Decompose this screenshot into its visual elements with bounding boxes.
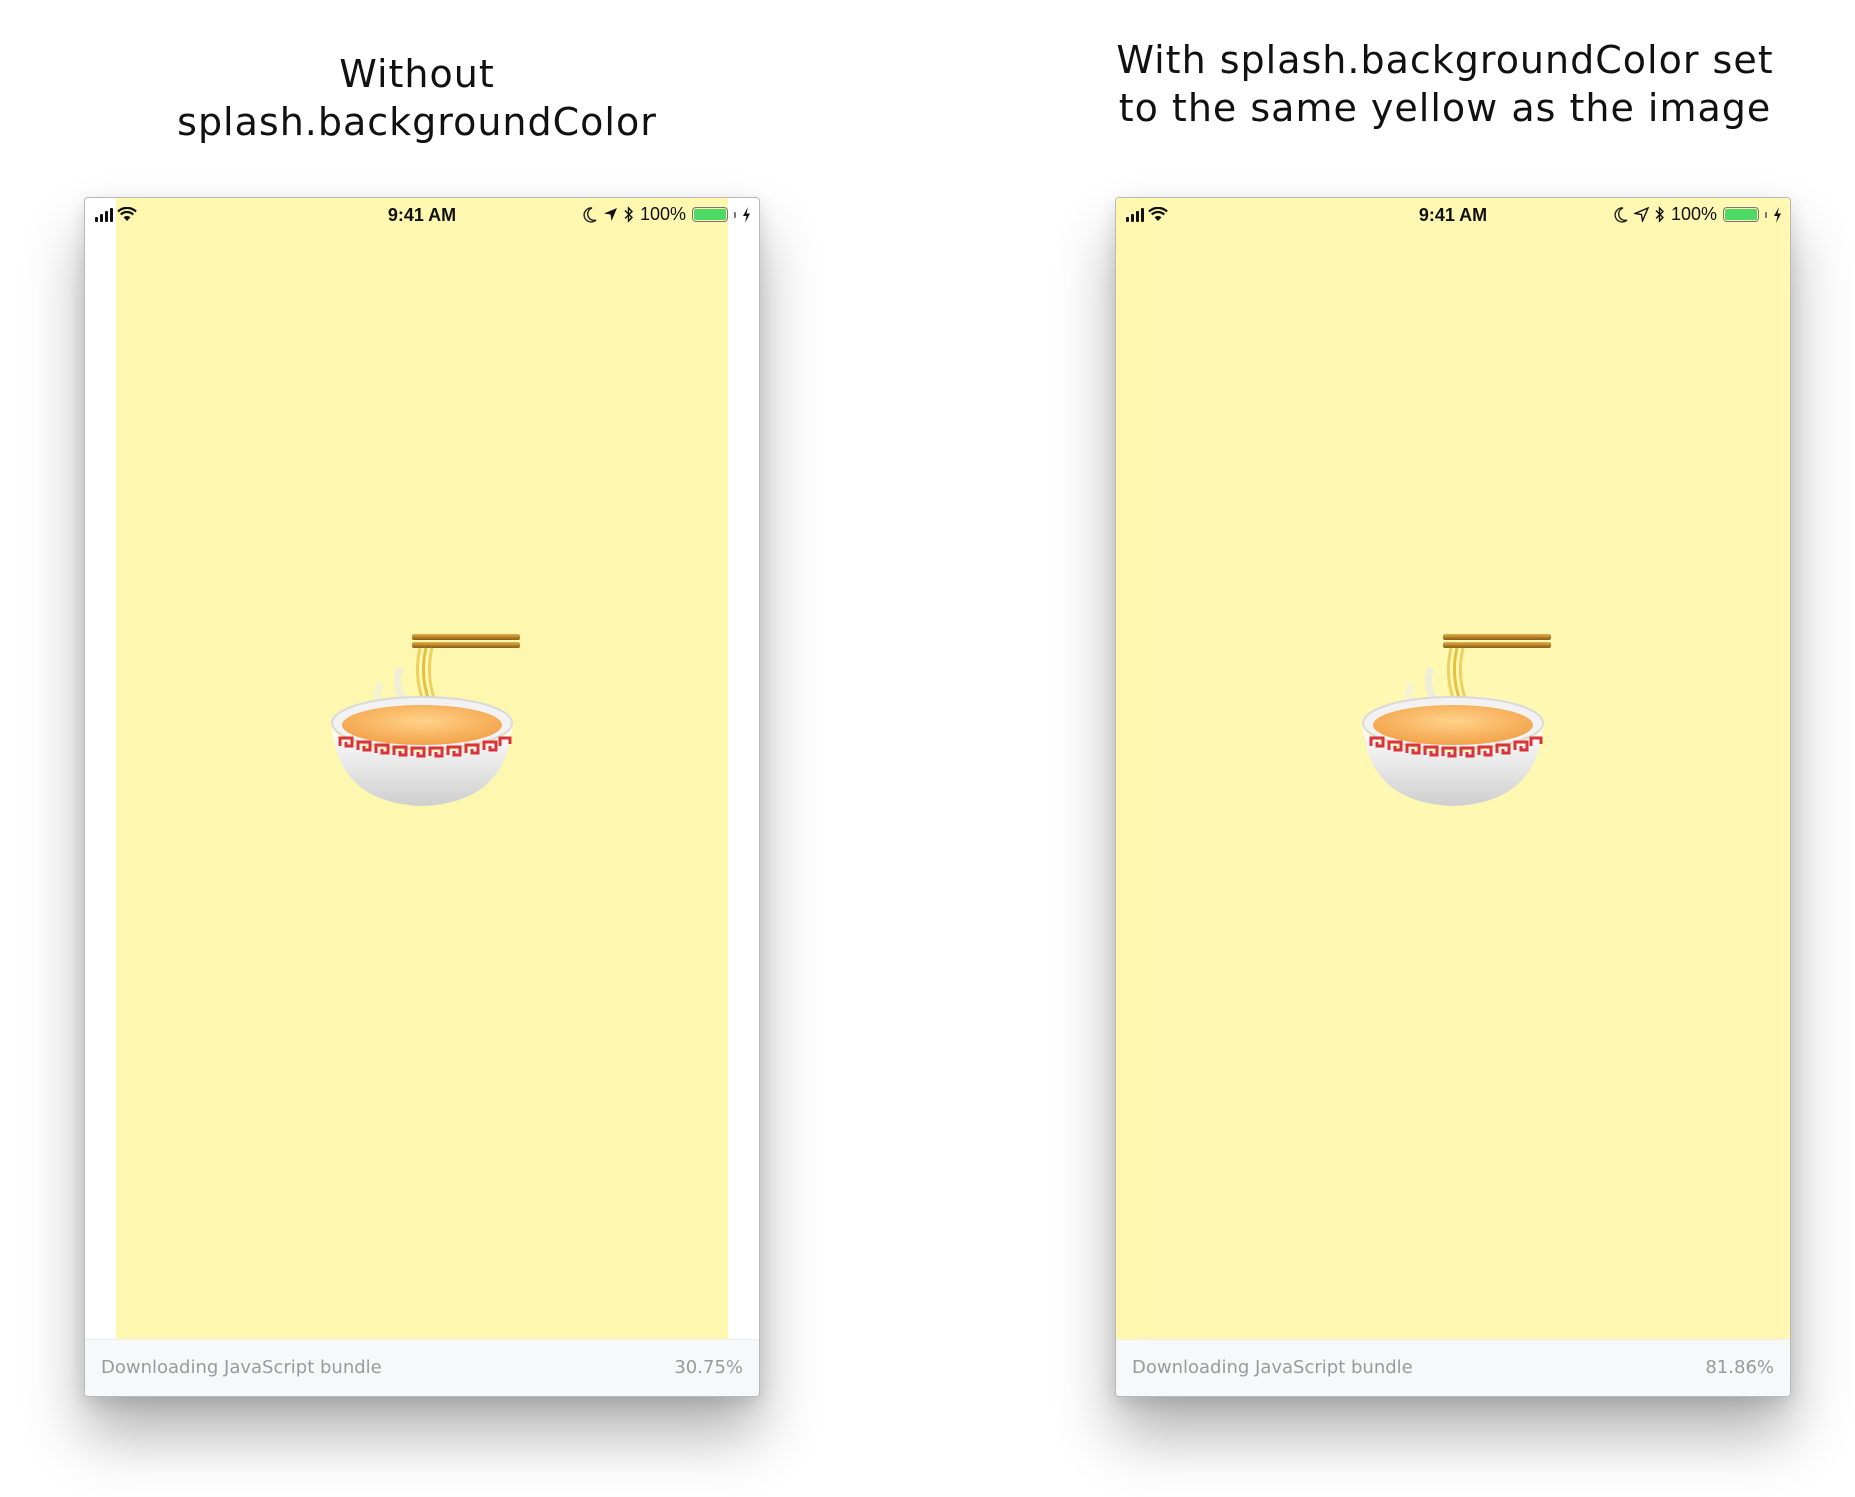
battery-nub bbox=[1765, 211, 1767, 218]
caption-without-background-color: Without splash.backgroundColor bbox=[84, 50, 750, 146]
location-icon bbox=[603, 208, 617, 221]
moon-icon bbox=[1614, 206, 1628, 223]
battery-percent: 100% bbox=[639, 204, 686, 224]
loading-bar: Downloading JavaScript bundle 81.86% bbox=[1116, 1339, 1790, 1396]
loading-bar: Downloading JavaScript bundle 30.75% bbox=[85, 1339, 759, 1396]
battery-icon bbox=[1723, 207, 1759, 222]
battery-icon bbox=[692, 207, 728, 222]
battery-percent: 100% bbox=[1670, 204, 1717, 224]
loading-label: Downloading JavaScript bundle bbox=[101, 1357, 382, 1378]
status-bar-right: 100% bbox=[1614, 204, 1782, 225]
battery-level bbox=[1725, 209, 1757, 220]
loading-percent: 30.75% bbox=[674, 1357, 743, 1378]
loading-label: Downloading JavaScript bundle bbox=[1132, 1357, 1413, 1378]
ramen-bowl-icon bbox=[1362, 634, 1551, 806]
battery-level bbox=[694, 209, 726, 220]
phone-screen-without-background-color: 9:41 AM 100% Downloading JavaScript bund… bbox=[84, 197, 760, 1397]
moon-icon bbox=[583, 206, 597, 223]
charging-icon bbox=[743, 206, 750, 223]
battery-nub bbox=[734, 211, 736, 218]
caption-with-background-color: With splash.backgroundColor set to the s… bbox=[1112, 36, 1778, 132]
status-bar: 9:41 AM 100% bbox=[1116, 198, 1790, 232]
comparison-stage: Without splash.backgroundColor With spla… bbox=[0, 0, 1855, 1497]
caption-line: With splash.backgroundColor set bbox=[1116, 38, 1774, 82]
phone-screen-with-background-color: 9:41 AM 100% Downloading JavaScript bund… bbox=[1115, 197, 1791, 1397]
caption-line: splash.backgroundColor bbox=[177, 100, 657, 144]
caption-line: to the same yellow as the image bbox=[1118, 86, 1772, 130]
loading-percent: 81.86% bbox=[1705, 1357, 1774, 1378]
charging-icon bbox=[1774, 206, 1781, 223]
caption-line: Without bbox=[339, 52, 495, 96]
status-bar-right: 100% bbox=[583, 204, 751, 225]
ramen-bowl-icon bbox=[331, 634, 520, 806]
location-icon bbox=[1633, 207, 1649, 222]
status-bar: 9:41 AM 100% bbox=[85, 198, 759, 232]
bluetooth-icon bbox=[624, 206, 633, 223]
bluetooth-icon bbox=[1655, 206, 1664, 223]
